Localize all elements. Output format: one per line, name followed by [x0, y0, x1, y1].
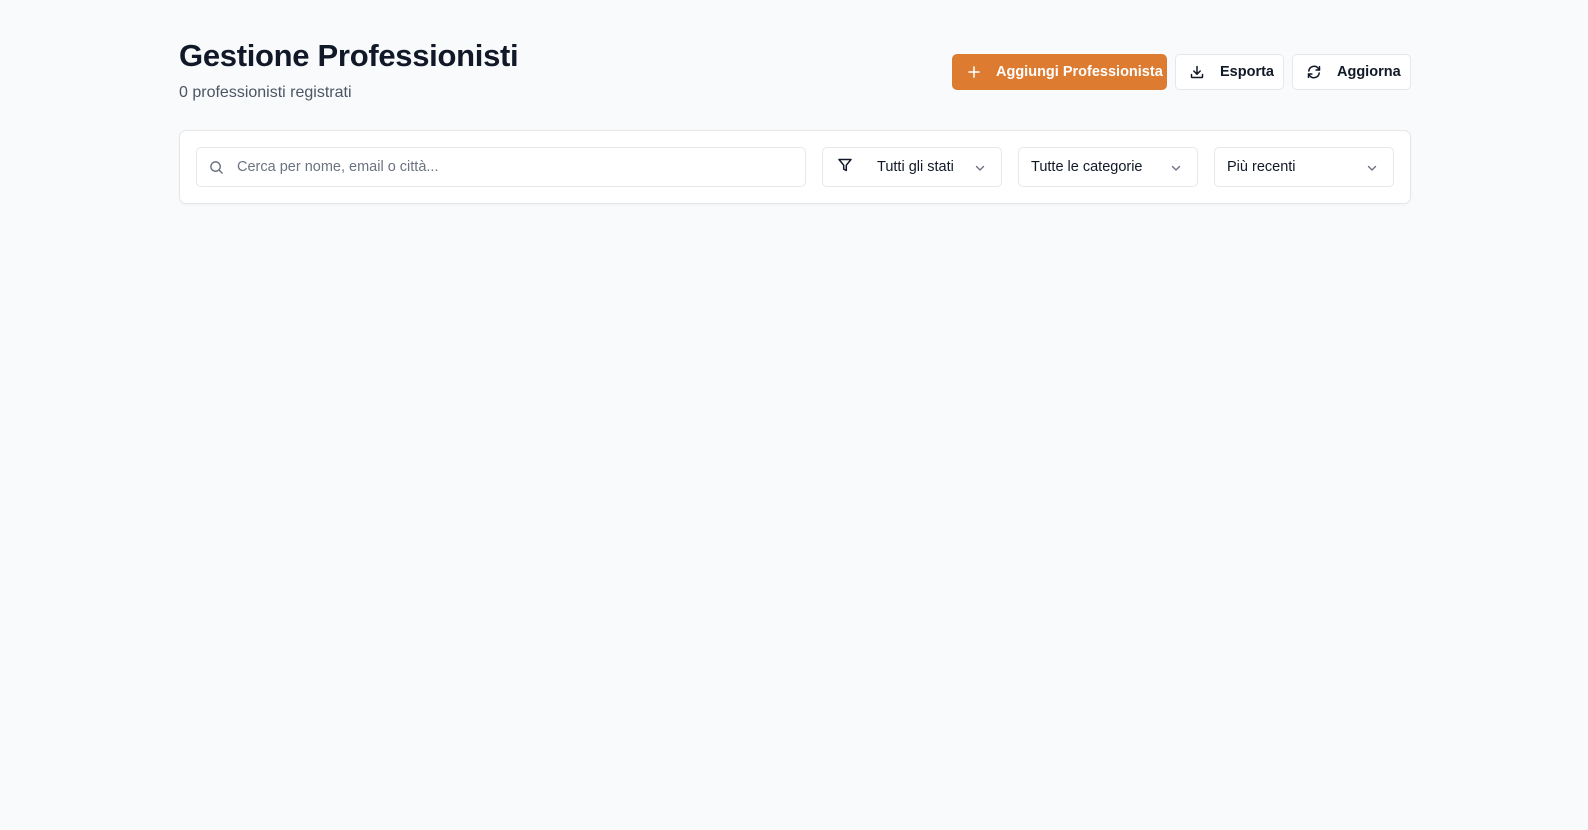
professionals-page: Gestione Professionisti 0 professionisti… [0, 0, 1588, 830]
status-filter-value: Tutti gli stati [877, 159, 954, 175]
category-filter-select[interactable]: Tutte le categorie [1018, 147, 1198, 187]
sort-select[interactable]: Più recenti [1214, 147, 1394, 187]
sort-value: Più recenti [1227, 159, 1296, 175]
refresh-label: Aggiorna [1337, 64, 1401, 80]
status-filter-select[interactable]: Tutti gli stati [822, 147, 1002, 187]
plus-icon [966, 64, 982, 80]
chevron-down-icon [1169, 161, 1183, 179]
professionals-count: 0 professionisti registrati [179, 84, 352, 101]
refresh-icon [1306, 64, 1322, 80]
filters-panel: Tutti gli stati Tutte le categorie Più r… [179, 130, 1411, 204]
search-input[interactable] [237, 148, 797, 186]
page-header: Gestione Professionisti 0 professionisti… [179, 36, 1411, 106]
search-icon [209, 160, 224, 180]
add-professional-label: Aggiungi Professionista [996, 64, 1163, 80]
search-box [196, 147, 806, 187]
chevron-down-icon [973, 161, 987, 179]
chevron-down-icon [1365, 161, 1379, 179]
category-filter-value: Tutte le categorie [1031, 159, 1143, 175]
header-actions: Aggiungi Professionista Esporta Aggiorna [952, 54, 1411, 90]
refresh-button[interactable]: Aggiorna [1292, 54, 1411, 90]
add-professional-button[interactable]: Aggiungi Professionista [952, 54, 1167, 90]
filter-icon [837, 157, 853, 177]
export-button[interactable]: Esporta [1175, 54, 1284, 90]
page-title: Gestione Professionisti [179, 38, 519, 73]
export-label: Esporta [1220, 64, 1274, 80]
download-icon [1189, 64, 1205, 80]
